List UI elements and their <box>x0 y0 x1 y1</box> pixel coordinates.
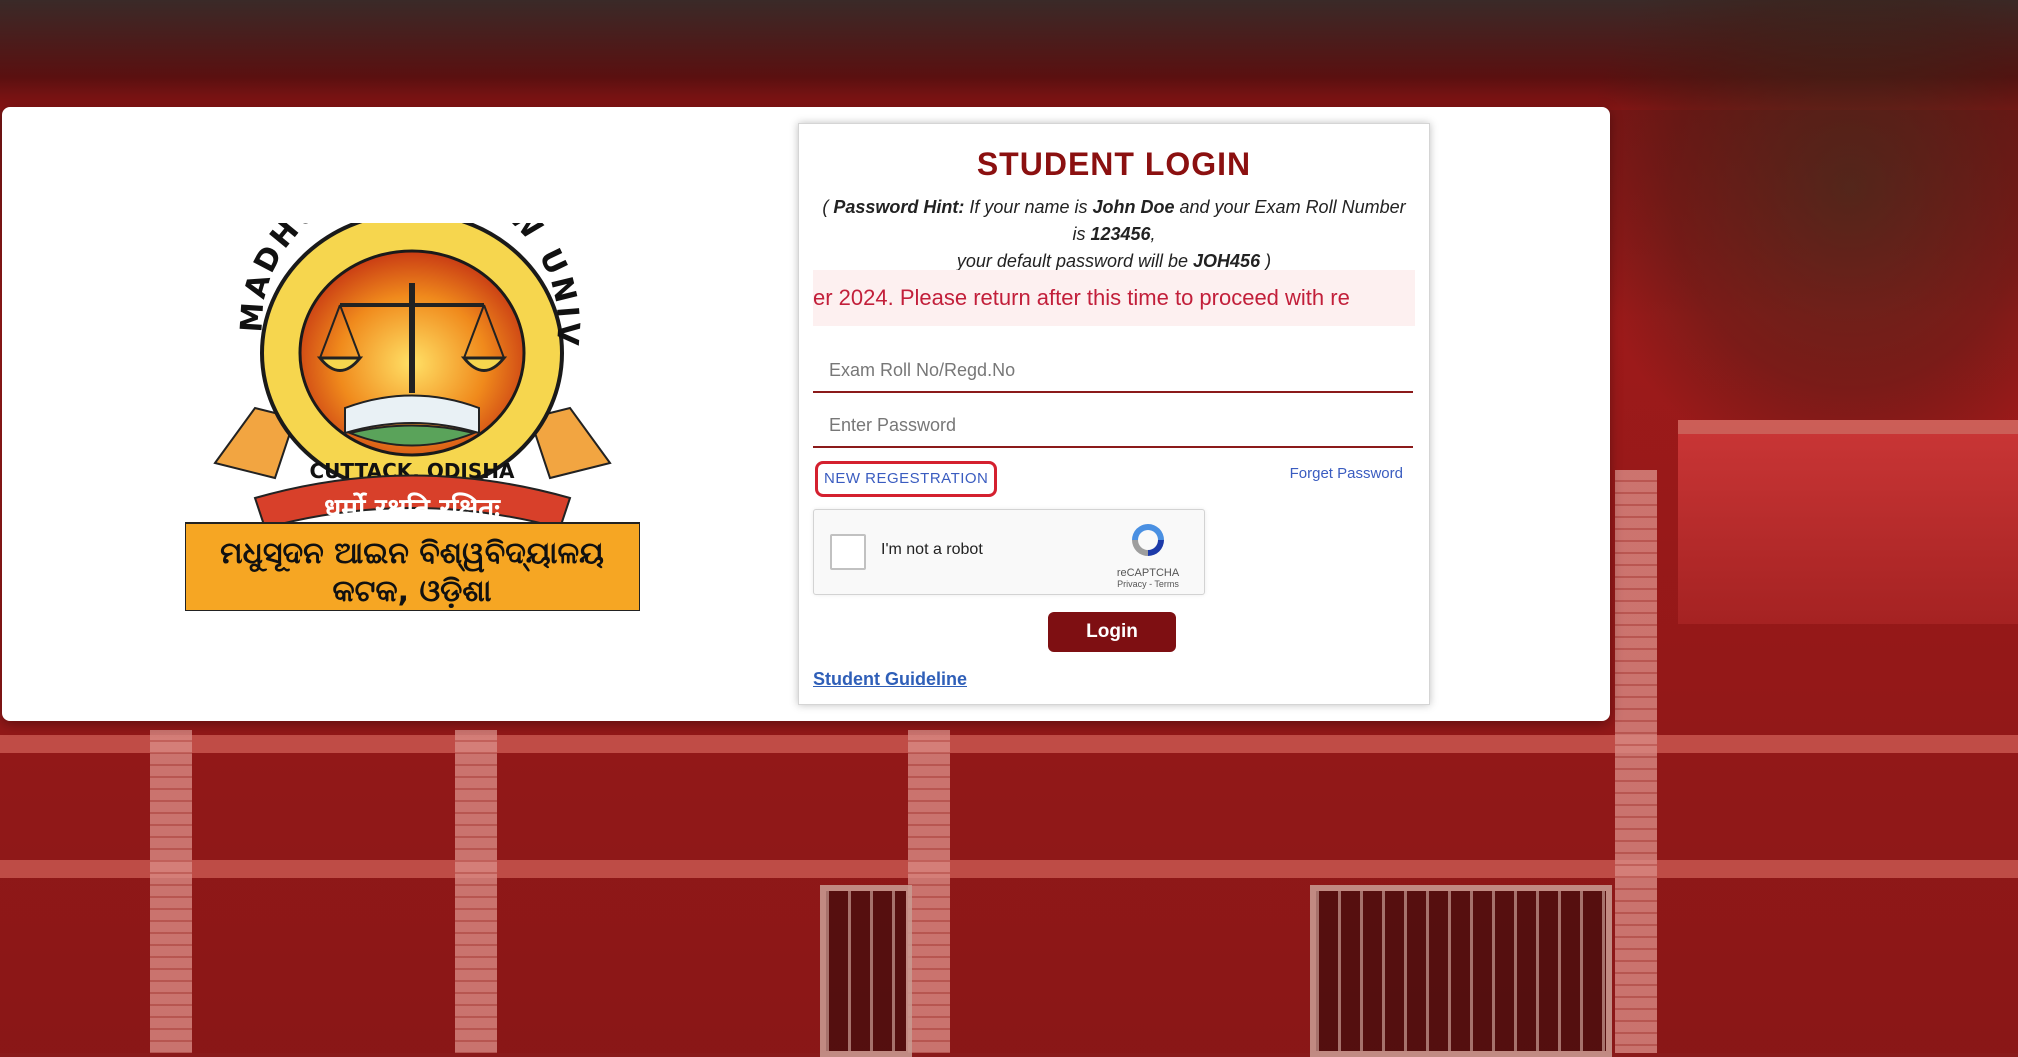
building-pillar <box>908 730 950 1053</box>
recaptcha-icon <box>1132 524 1164 556</box>
notice-text: er 2024. Please return after this time t… <box>813 285 1350 310</box>
password-hint: ( Password Hint: If your name is John Do… <box>819 194 1409 275</box>
recaptcha-logo: reCAPTCHA Privacy - Terms <box>1108 520 1188 589</box>
hint-suffix: ) <box>1260 251 1272 271</box>
student-guideline-link[interactable]: Student Guideline <box>813 669 967 690</box>
hint-label: Password Hint: <box>833 197 965 217</box>
building-pillar <box>455 730 497 1053</box>
background-tree <box>1598 0 2018 470</box>
svg-text:କଟକ, ଓଡ଼ିଶା: କଟକ, ଓଡ଼ିଶା <box>332 574 491 609</box>
svg-text:धर्मो रक्षति रक्षितः: धर्मो रक्षति रक्षितः <box>324 492 501 525</box>
new-registration-link[interactable]: NEW REGESTRATION <box>815 461 998 497</box>
recaptcha-brand: reCAPTCHA <box>1116 567 1180 579</box>
recaptcha-terms[interactable]: Privacy - Terms <box>1108 579 1188 589</box>
building-pillar <box>1615 470 1657 1053</box>
building-window <box>1310 885 1612 1057</box>
hint-name: John Doe <box>1092 197 1175 217</box>
login-title: STUDENT LOGIN <box>976 146 1252 182</box>
building-ledge <box>0 860 2018 878</box>
main-card: MADHUSUDAN LAW UNIVERSITY CUTTACK, ODISH… <box>2 107 1610 721</box>
hint-prefix: ( <box>822 197 834 217</box>
svg-text:ମଧୁସୂଦନ ଆଇନ ବିଶ୍ୱବିଦ୍ୟାଳୟ: ମଧୁସୂଦନ ଆଇନ ବିଶ୍ୱବିଦ୍ୟାଳୟ <box>220 536 604 573</box>
building-window <box>820 885 912 1057</box>
building-pillar <box>150 730 192 1053</box>
recaptcha-widget: I'm not a robot reCAPTCHA Privacy - Term… <box>813 509 1205 595</box>
forget-password-link[interactable]: Forget Password <box>1290 465 1403 482</box>
recaptcha-label: I'm not a robot <box>881 541 983 558</box>
hint-roll: 123456 <box>1090 224 1151 244</box>
building-side-wall <box>1678 420 2018 624</box>
university-emblem-icon: MADHUSUDAN LAW UNIVERSITY CUTTACK, ODISH… <box>172 158 641 612</box>
building-ledge <box>0 735 2018 753</box>
login-button[interactable]: Login <box>1048 612 1176 652</box>
password-input[interactable] <box>813 404 1413 448</box>
exam-roll-input[interactable] <box>813 349 1413 393</box>
hint-password: JOH456 <box>1193 251 1261 271</box>
hint-text: your default password will be <box>956 251 1194 271</box>
login-panel: STUDENT LOGIN ( Password Hint: If your n… <box>798 123 1430 705</box>
hint-text: , <box>1150 224 1156 244</box>
recaptcha-checkbox[interactable] <box>830 534 866 570</box>
hint-text: If your name is <box>964 197 1093 217</box>
notice-marquee: er 2024. Please return after this time t… <box>813 270 1415 326</box>
university-logo: MADHUSUDAN LAW UNIVERSITY CUTTACK, ODISH… <box>172 158 641 612</box>
